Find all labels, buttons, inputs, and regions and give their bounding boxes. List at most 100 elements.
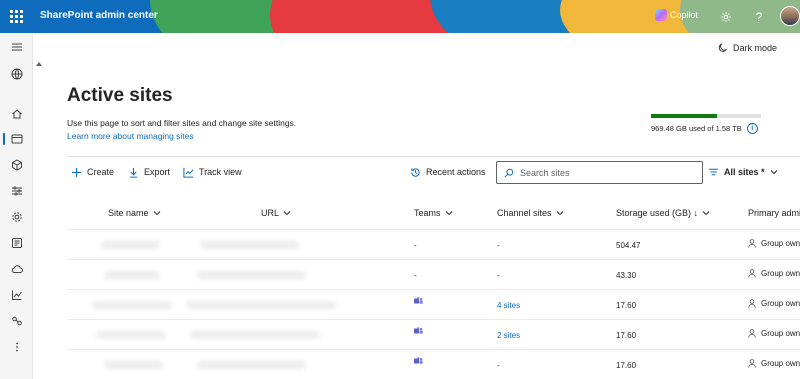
redacted-site-name [104,361,164,369]
nav-item-connections[interactable] [0,310,33,332]
primary-admin-text: Group owners [761,299,800,308]
insights-icon [11,290,22,300]
export-button[interactable]: Export [128,162,170,182]
column-header-primary-admin[interactable]: Primary admin [748,208,800,218]
column-header-channel-sites[interactable]: Channel sites [497,208,564,218]
home-icon [11,109,22,119]
primary-admin-text: Group owners [761,269,800,278]
reports-icon [11,238,22,248]
storage-used-cell: 17.60 [616,301,637,310]
column-header-site-name[interactable]: Site name [108,208,161,218]
settings-button[interactable] [711,0,741,33]
app-launcher-button[interactable] [0,0,33,33]
sites-icon [11,134,22,144]
chevron-down-icon [283,211,291,216]
settings-icon [11,186,22,196]
nav-item-advanced[interactable] [0,206,33,228]
primary-admin-text: Group owners [761,239,800,248]
column-label: Teams [414,208,441,218]
scroll-up-arrow[interactable] [36,62,42,66]
avatar[interactable] [780,6,800,26]
teams-icon [414,327,423,334]
storage-used-text: 969.48 GB used of 1.58 TB [651,124,742,133]
view-filter-dropdown[interactable]: All sites * [708,162,778,182]
track-view-button[interactable]: Track view [183,162,242,182]
copilot-label: Copilot [670,10,699,20]
primary-admin-cell: Group owners [748,239,800,250]
primary-admin-text: Group owners [761,329,800,338]
app-title[interactable]: SharePoint admin center [40,10,158,21]
channel-sites-cell[interactable]: 4 sites [497,301,520,310]
table-row[interactable]: - - 43.30 Group owners [67,259,800,289]
globe-icon [11,68,22,80]
redacted-url [186,301,336,309]
menu-icon [11,43,22,51]
redacted-url [196,361,306,369]
track-view-label: Track view [199,167,242,177]
storage-used-cell: 504.47 [616,241,641,250]
recent-actions-button[interactable]: Recent actions [410,162,486,182]
nav-item-settings[interactable] [0,180,33,202]
primary-admin-cell: Group owners [748,329,800,340]
table-row[interactable]: 4 sites 17.60 Group owners [67,289,800,319]
nav-item-migration[interactable] [0,258,33,280]
nav-item-admin-center[interactable] [0,63,33,85]
help-button[interactable]: ? [744,0,774,33]
person-icon [748,329,756,338]
table-row[interactable]: 2 sites 17.60 Group owners [67,319,800,349]
search-box[interactable] [496,161,703,184]
storage-progress-fill [651,114,717,118]
teams-icon [414,357,423,364]
column-label: URL [261,208,280,218]
recent-actions-label: Recent actions [426,167,486,177]
help-icon: ? [755,9,763,24]
storage-summary: 969.48 GB used of 1.58 TB i [651,123,758,134]
nav-more-button[interactable] [0,336,33,358]
teams-icon [414,297,423,304]
chevron-down-icon [556,211,563,216]
table-row[interactable]: - 17.60 Group owners [67,349,800,379]
storage-used-cell: 43.30 [616,271,637,280]
moon-icon [718,43,727,52]
gear-icon [721,11,731,22]
teams-cell: - [414,241,417,250]
nav-item-insights[interactable] [0,284,33,306]
nav-item-sites[interactable] [0,128,33,150]
nav-item-home[interactable] [0,103,33,125]
migration-icon [11,265,23,273]
trend-icon [183,167,194,178]
primary-admin-cell: Group owners [748,359,800,370]
channel-sites-cell: - [497,361,500,370]
page-title: Active sites [67,85,173,106]
channel-sites-cell: - [497,241,500,250]
connections-icon [11,316,22,326]
storage-used-cell: 17.60 [616,361,637,370]
dark-mode-label: Dark mode [733,43,778,53]
learn-more-link[interactable]: Learn more about managing sites [67,131,194,141]
table-row[interactable]: - - 504.47 Group owners [67,229,800,259]
channel-sites-cell[interactable]: 2 sites [497,331,520,340]
waffle-icon [10,10,23,23]
column-header-url[interactable]: URL [261,208,291,218]
person-icon [748,269,756,278]
plus-icon [71,167,82,177]
column-header-teams[interactable]: Teams [414,208,453,218]
nav-item-policies[interactable] [0,154,33,176]
chevron-down-icon [153,211,160,216]
nav-collapse-button[interactable] [0,36,33,58]
nav-item-reports[interactable] [0,232,33,254]
left-nav-rail [0,33,33,379]
channel-sites-cell: - [497,271,500,280]
create-label: Create [87,167,115,177]
teams-cell: - [414,271,417,280]
create-button[interactable]: Create [71,162,114,182]
export-label: Export [144,167,171,177]
chevron-down-icon [770,170,777,175]
person-icon [748,239,756,248]
person-icon [748,359,756,368]
column-header-storage-used[interactable]: Storage used (GB) ↓ [616,208,710,218]
info-icon[interactable]: i [746,123,758,134]
search-input[interactable] [520,167,690,178]
copilot-button[interactable]: Copilot [655,9,698,21]
dark-mode-toggle[interactable]: Dark mode [718,43,777,53]
